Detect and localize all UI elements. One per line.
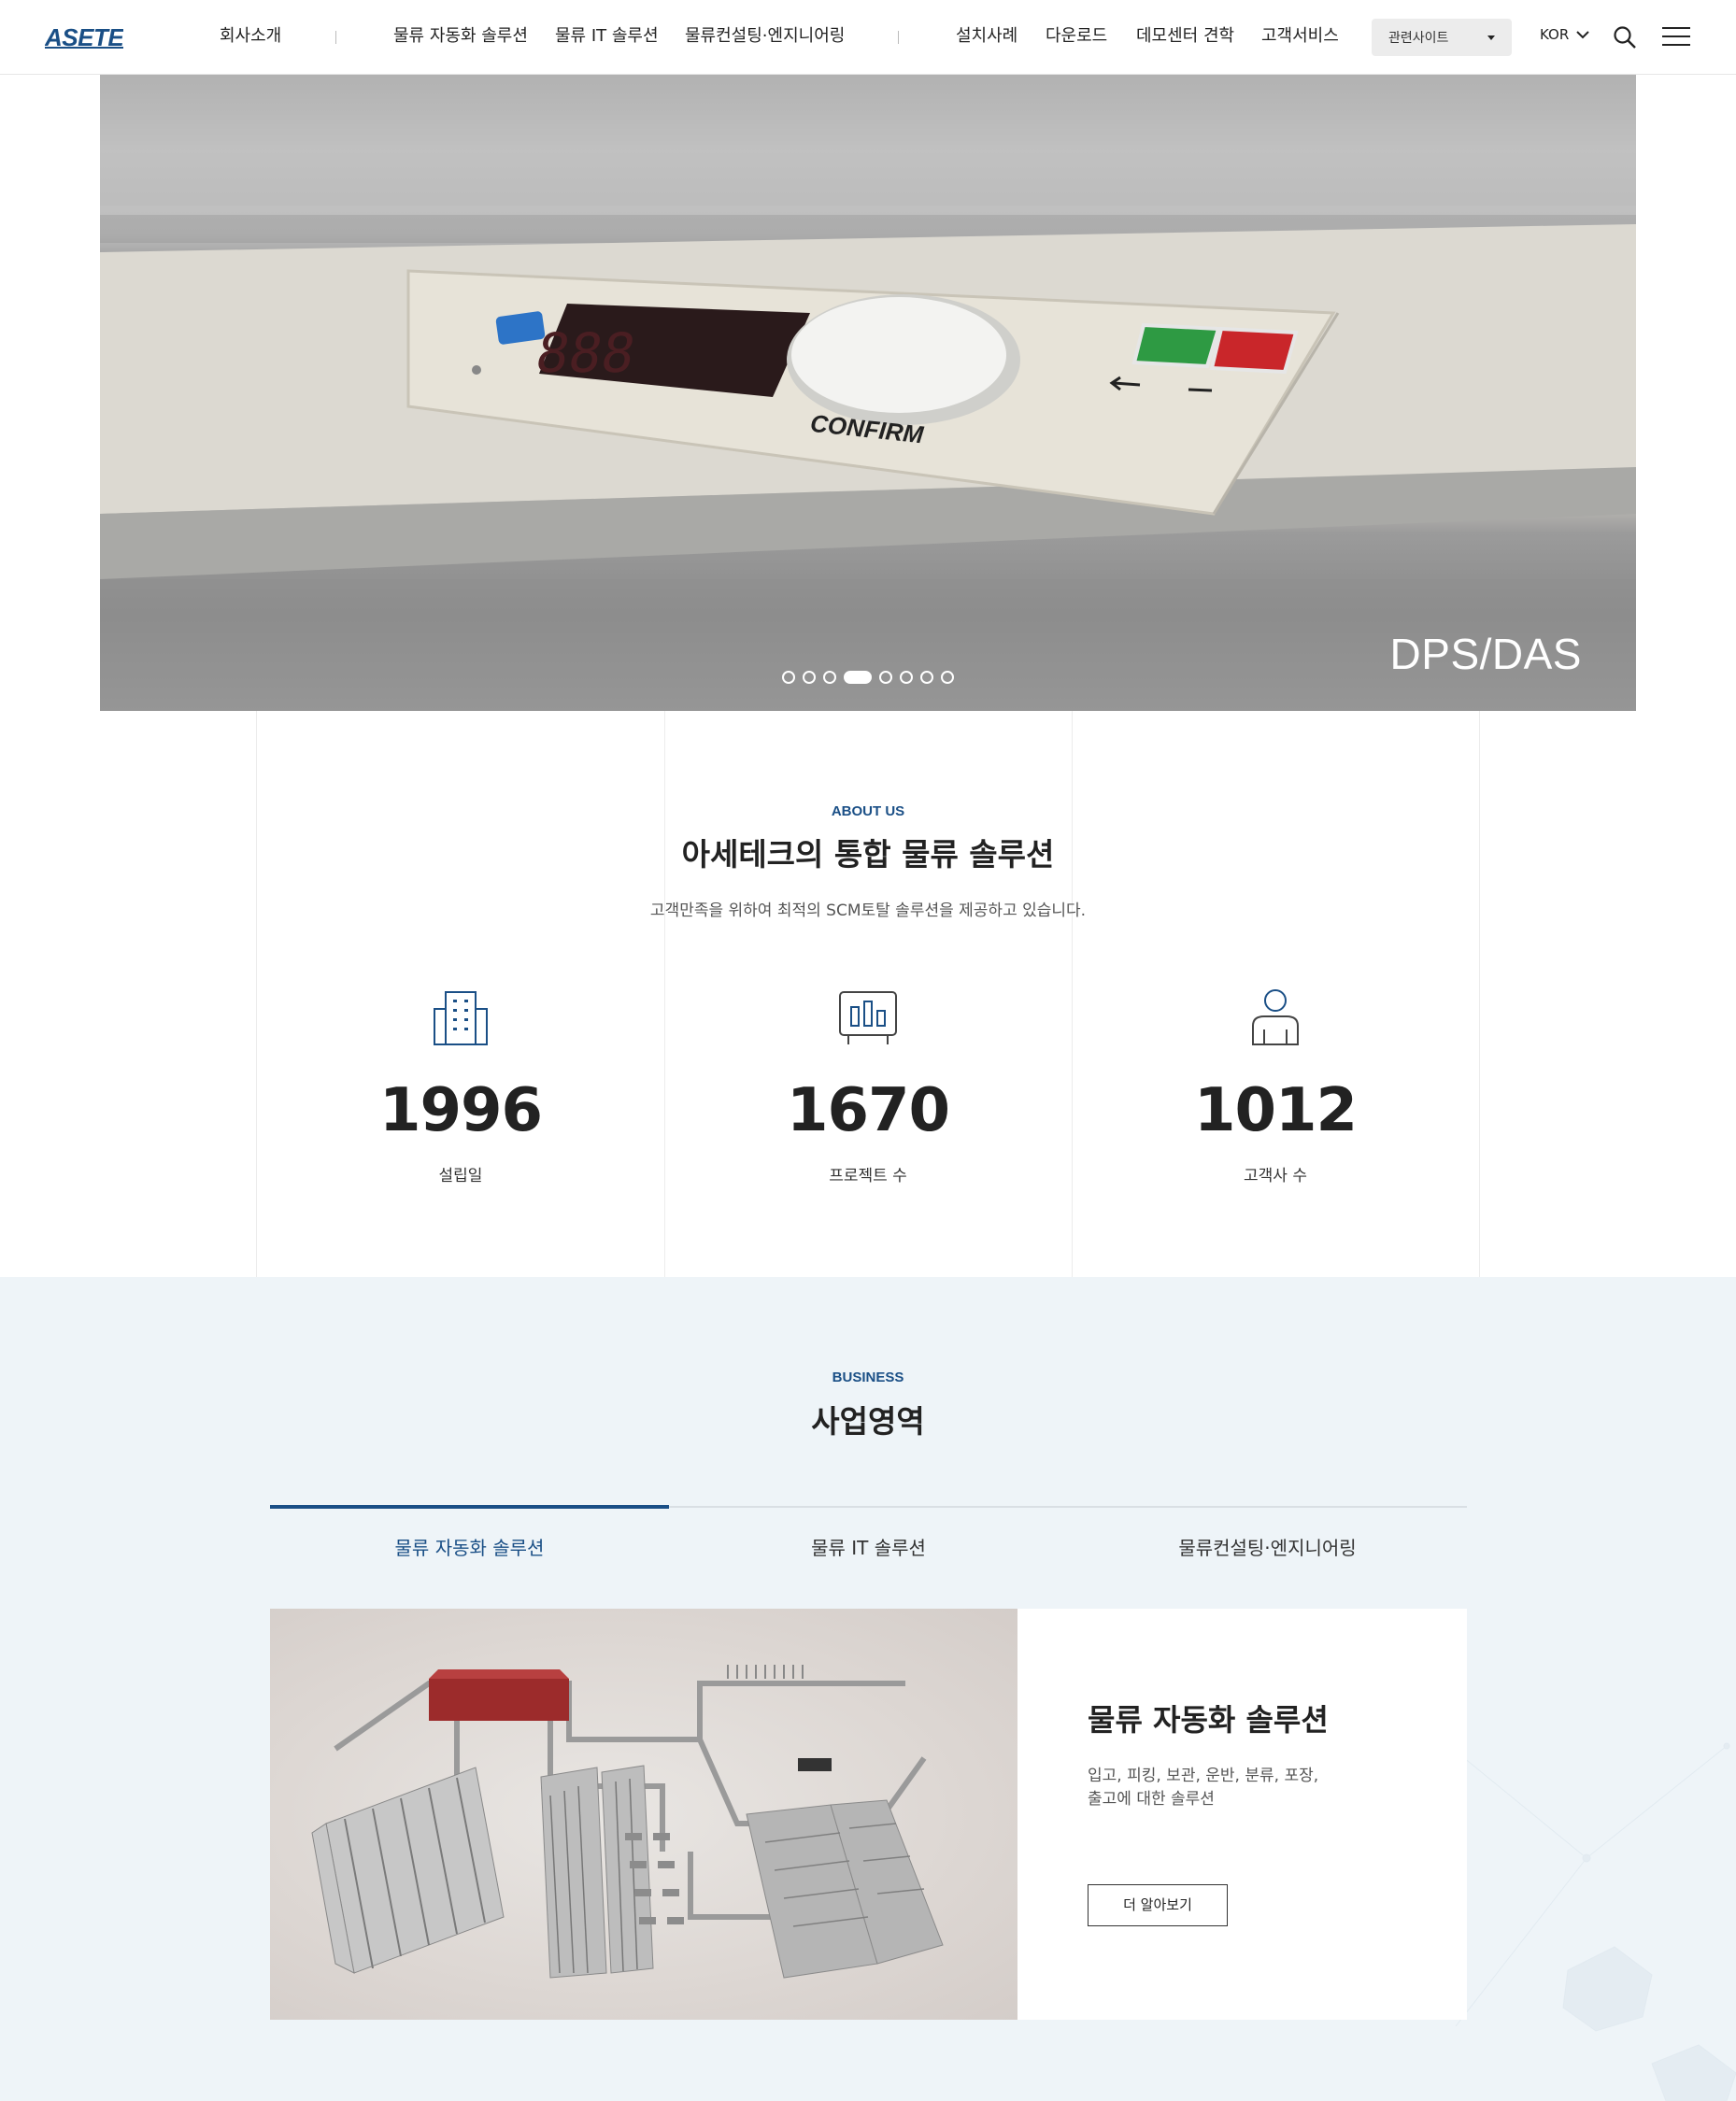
slider-dot[interactable]: [782, 671, 795, 684]
grid-line: [1072, 711, 1073, 1277]
slider-dot[interactable]: [920, 671, 933, 684]
tab-consulting[interactable]: 물류컨설팅·엔지니어링: [1068, 1533, 1467, 1560]
person-icon: [1252, 989, 1299, 1045]
learn-more-button[interactable]: 더 알아보기: [1088, 1884, 1228, 1926]
nav-consulting[interactable]: 물류컨설팅·엔지니어링: [685, 24, 845, 49]
slider-dot[interactable]: [803, 671, 816, 684]
nav-demo-center[interactable]: 데모센터 견학: [1136, 24, 1234, 49]
stat-label: 설립일: [438, 1167, 483, 1185]
menu-icon[interactable]: [1662, 25, 1690, 48]
hero-image: 888 CONFIRM: [100, 75, 1636, 711]
language-label: KOR: [1540, 26, 1570, 43]
business-section: BUSINESS 사업영역 물류 자동화 솔루션 물류 IT 솔루션 물류컨설팅…: [0, 1277, 1736, 2101]
business-card: 물류 자동화 솔루션 입고, 피킹, 보관, 운반, 분류, 포장, 출고에 대…: [270, 1609, 1467, 2020]
nav-customer-service[interactable]: 고객서비스: [1261, 24, 1339, 49]
stat-value: 1670: [786, 1076, 950, 1145]
about-eyebrow: ABOUT US: [831, 803, 905, 819]
caret-down-icon: [1487, 35, 1495, 40]
chevron-down-icon: [1576, 31, 1589, 39]
language-selector[interactable]: KOR: [1540, 26, 1589, 43]
grid-line: [664, 711, 665, 1277]
tab-it-solution[interactable]: 물류 IT 솔루션: [669, 1533, 1068, 1560]
stat-label: 고객사 수: [1244, 1167, 1307, 1185]
hero-slider[interactable]: 888 CONFIRM DPS/DAS: [100, 75, 1636, 711]
tab-automation[interactable]: 물류 자동화 솔루션: [270, 1533, 669, 1560]
nav-it-solution[interactable]: 물류 IT 솔루션: [555, 24, 659, 49]
family-site-select[interactable]: 관련사이트: [1372, 19, 1512, 56]
slider-dot-active[interactable]: [844, 671, 872, 684]
nav-automation[interactable]: 물류 자동화 솔루션: [393, 24, 528, 49]
warehouse-image: [270, 1609, 1017, 2020]
about-description: 고객만족을 위하여 최적의 SCM토탈 솔루션을 제공하고 있습니다.: [649, 901, 1087, 920]
slider-dot[interactable]: [941, 671, 954, 684]
nav-divider: [898, 31, 899, 44]
slider-dot[interactable]: [823, 671, 836, 684]
nav-download[interactable]: 다운로드: [1046, 24, 1107, 49]
nav-divider: [335, 31, 336, 44]
stat-label: 프로젝트 수: [829, 1167, 907, 1185]
slider-dot[interactable]: [879, 671, 892, 684]
slider-pagination: [100, 671, 1636, 684]
stat-value: 1996: [378, 1076, 543, 1145]
grid-line: [1479, 711, 1480, 1277]
family-site-label: 관련사이트: [1388, 31, 1449, 46]
business-title: 사업영역: [811, 1403, 925, 1440]
business-card-title: 물류 자동화 솔루션: [1088, 1702, 1329, 1738]
site-header: ASETEC 회사소개 물류 자동화 솔루션 물류 IT 솔루션 물류컨설팅·엔…: [0, 0, 1736, 75]
business-card-description: 입고, 피킹, 보관, 운반, 분류, 포장, 출고에 대한 솔루션: [1088, 1767, 1319, 1809]
about-title: 아세테크의 통합 물류 솔루션: [681, 836, 1055, 873]
building-icon: [434, 991, 488, 1045]
nav-company[interactable]: 회사소개: [220, 24, 281, 49]
nav-cases[interactable]: 설치사례: [956, 24, 1017, 49]
svg-text:888: 888: [531, 321, 640, 384]
search-icon[interactable]: [1613, 25, 1637, 50]
asetec-logo[interactable]: ASETEC: [45, 21, 123, 52]
chart-board-icon: [839, 991, 897, 1044]
grid-line: [256, 711, 257, 1277]
slider-dot[interactable]: [900, 671, 913, 684]
tab-active-indicator: [270, 1505, 669, 1509]
stat-value: 1012: [1193, 1076, 1358, 1145]
business-eyebrow: BUSINESS: [832, 1370, 904, 1385]
